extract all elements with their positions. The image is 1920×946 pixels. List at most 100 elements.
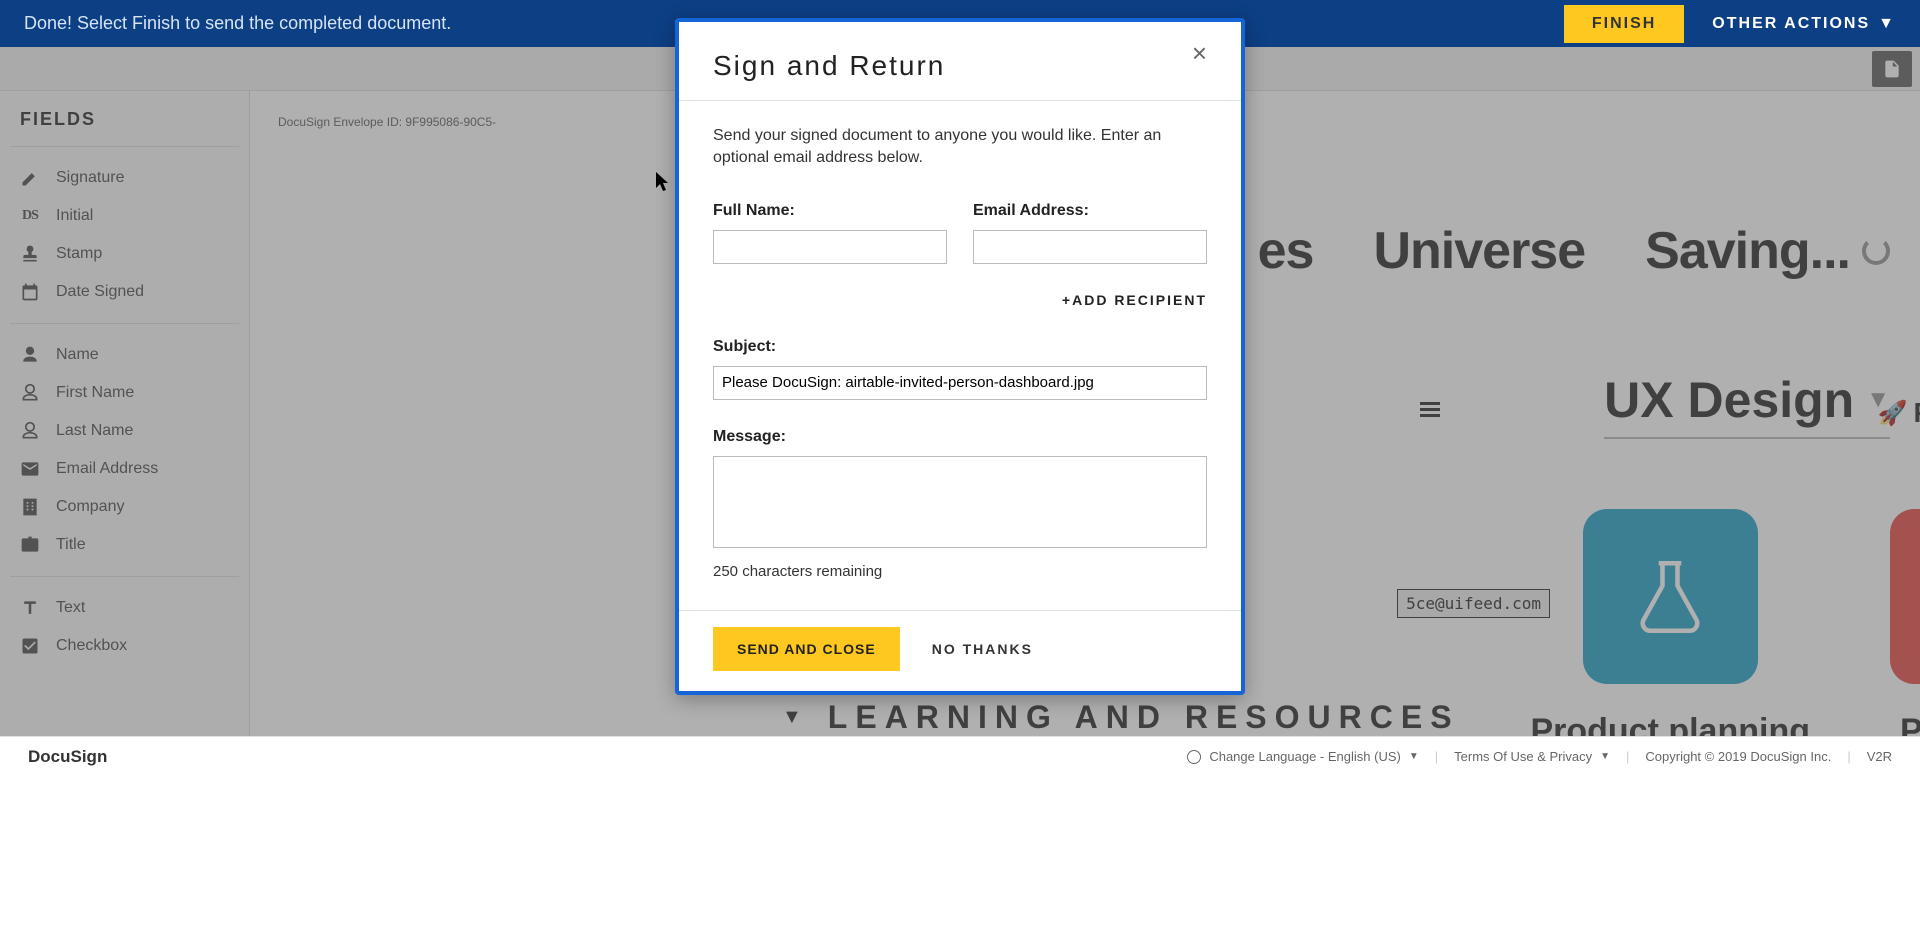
fields-sidebar: FIELDS Signature DS Initial Stamp Date S… bbox=[0, 91, 250, 736]
field-label: Stamp bbox=[56, 245, 102, 263]
secondary-tile: Pr bbox=[1890, 509, 1920, 736]
hamburger-icon bbox=[1420, 399, 1440, 420]
learning-heading: ▼ LEARNING AND RESOURCES bbox=[782, 699, 1460, 736]
chevron-down-icon: ▼ bbox=[1600, 751, 1610, 762]
red-tile-icon bbox=[1890, 509, 1920, 684]
ux-design-selector: UX Design ▼ bbox=[1604, 371, 1890, 439]
person-outline-icon bbox=[20, 383, 40, 403]
field-label: Company bbox=[56, 498, 124, 516]
field-email[interactable]: Email Address bbox=[10, 450, 239, 488]
field-stamp[interactable]: Stamp bbox=[10, 235, 239, 273]
add-recipient-button[interactable]: +ADD RECIPIENT bbox=[713, 292, 1207, 308]
field-text[interactable]: Text bbox=[10, 589, 239, 627]
sidebar-group-input: Text Checkbox bbox=[10, 576, 239, 677]
email-snippet: 5ce@uifeed.com bbox=[1397, 589, 1550, 618]
recipient-field-row: Full Name: Email Address: bbox=[713, 202, 1207, 264]
text-icon bbox=[20, 598, 40, 618]
modal-footer: SEND AND CLOSE NO THANKS bbox=[679, 610, 1241, 691]
stamp-icon bbox=[20, 244, 40, 264]
full-name-input[interactable] bbox=[713, 230, 947, 264]
rocket-icon: 🚀 bbox=[1878, 399, 1908, 428]
field-signature[interactable]: Signature bbox=[10, 159, 239, 197]
pi-label: Pi bbox=[1914, 397, 1920, 429]
briefcase-icon bbox=[20, 535, 40, 555]
mail-icon bbox=[20, 459, 40, 479]
field-label: Name bbox=[56, 346, 99, 364]
field-label: Checkbox bbox=[56, 637, 127, 655]
field-label: Initial bbox=[56, 207, 93, 225]
email-field: Email Address: bbox=[973, 202, 1207, 264]
full-name-label: Full Name: bbox=[713, 202, 947, 220]
ux-design-label: UX Design bbox=[1604, 371, 1854, 429]
field-initial[interactable]: DS Initial bbox=[10, 197, 239, 235]
learning-label: LEARNING AND RESOURCES bbox=[828, 699, 1460, 736]
bg-word: es bbox=[1258, 221, 1314, 281]
field-name[interactable]: Name bbox=[10, 336, 239, 374]
email-input[interactable] bbox=[973, 230, 1207, 264]
globe-icon bbox=[1187, 750, 1201, 764]
modal-description: Send your signed document to anyone you … bbox=[713, 125, 1207, 170]
characters-remaining: 250 characters remaining bbox=[713, 563, 1207, 580]
full-name-field: Full Name: bbox=[713, 202, 947, 264]
field-label: Date Signed bbox=[56, 283, 144, 301]
footer-right: Change Language - English (US) ▼ | Terms… bbox=[1187, 749, 1892, 764]
other-actions-dropdown[interactable]: OTHER ACTIONS ▼ bbox=[1712, 15, 1896, 33]
modal-title: Sign and Return bbox=[713, 50, 945, 82]
field-label: Signature bbox=[56, 169, 125, 187]
bg-saving: Saving... bbox=[1645, 221, 1850, 281]
topbar-actions: FINISH OTHER ACTIONS ▼ bbox=[1564, 5, 1896, 43]
field-first-name[interactable]: First Name bbox=[10, 374, 239, 412]
checkbox-icon bbox=[20, 636, 40, 656]
field-last-name[interactable]: Last Name bbox=[10, 412, 239, 450]
tile-label: Product planning bbox=[1530, 712, 1810, 736]
field-label: Title bbox=[56, 536, 86, 554]
field-label: First Name bbox=[56, 384, 134, 402]
change-language-link[interactable]: Change Language - English (US) bbox=[1209, 749, 1401, 764]
brand-logo: DocuSign bbox=[28, 747, 107, 767]
pins-label: 🚀 Pi bbox=[1878, 397, 1920, 429]
sidebar-group-signature: Signature DS Initial Stamp Date Signed bbox=[10, 146, 239, 323]
status-text: Done! Select Finish to send the complete… bbox=[24, 13, 451, 34]
field-date-signed[interactable]: Date Signed bbox=[10, 273, 239, 311]
footer: DocuSign Change Language - English (US) … bbox=[0, 736, 1920, 776]
calendar-icon bbox=[20, 282, 40, 302]
message-block: Message: 250 characters remaining bbox=[713, 428, 1207, 580]
send-and-close-button[interactable]: SEND AND CLOSE bbox=[713, 627, 900, 671]
modal-body: Send your signed document to anyone you … bbox=[679, 101, 1241, 610]
bg-word: Universe bbox=[1373, 221, 1585, 281]
subject-block: Subject: bbox=[713, 338, 1207, 400]
no-thanks-button[interactable]: NO THANKS bbox=[932, 641, 1033, 657]
person-icon bbox=[20, 345, 40, 365]
initial-icon: DS bbox=[20, 206, 40, 226]
building-icon bbox=[20, 497, 40, 517]
finish-button[interactable]: FINISH bbox=[1564, 5, 1684, 43]
product-planning-tile: Product planning bbox=[1530, 509, 1810, 736]
field-checkbox[interactable]: Checkbox bbox=[10, 627, 239, 665]
field-title[interactable]: Title bbox=[10, 526, 239, 564]
document-icon bbox=[1882, 59, 1902, 79]
subject-input[interactable] bbox=[713, 366, 1207, 400]
copyright-text: Copyright © 2019 DocuSign Inc. bbox=[1645, 749, 1831, 764]
message-textarea[interactable] bbox=[713, 456, 1207, 548]
email-label: Email Address: bbox=[973, 202, 1207, 220]
terms-link[interactable]: Terms Of Use & Privacy bbox=[1454, 749, 1592, 764]
chevron-down-icon: ▼ bbox=[782, 706, 810, 729]
tile-label: Pr bbox=[1890, 712, 1920, 736]
field-label: Last Name bbox=[56, 422, 133, 440]
chevron-down-icon: ▼ bbox=[1878, 15, 1896, 33]
sidebar-heading: FIELDS bbox=[0, 109, 249, 146]
subject-label: Subject: bbox=[713, 338, 1207, 356]
version-text: V2R bbox=[1867, 749, 1892, 764]
sidebar-group-identity: Name First Name Last Name Email Address … bbox=[10, 323, 239, 576]
pen-icon bbox=[20, 168, 40, 188]
spinner-icon bbox=[1862, 237, 1890, 265]
person-outline-icon bbox=[20, 421, 40, 441]
close-icon[interactable]: × bbox=[1192, 40, 1207, 66]
field-label: Email Address bbox=[56, 460, 158, 478]
document-panel-button[interactable] bbox=[1872, 51, 1912, 87]
bg-title-row: es Universe Saving... bbox=[1258, 221, 1890, 281]
field-company[interactable]: Company bbox=[10, 488, 239, 526]
modal-header: Sign and Return × bbox=[679, 22, 1241, 101]
message-label: Message: bbox=[713, 428, 1207, 446]
flask-tile-icon bbox=[1583, 509, 1758, 684]
